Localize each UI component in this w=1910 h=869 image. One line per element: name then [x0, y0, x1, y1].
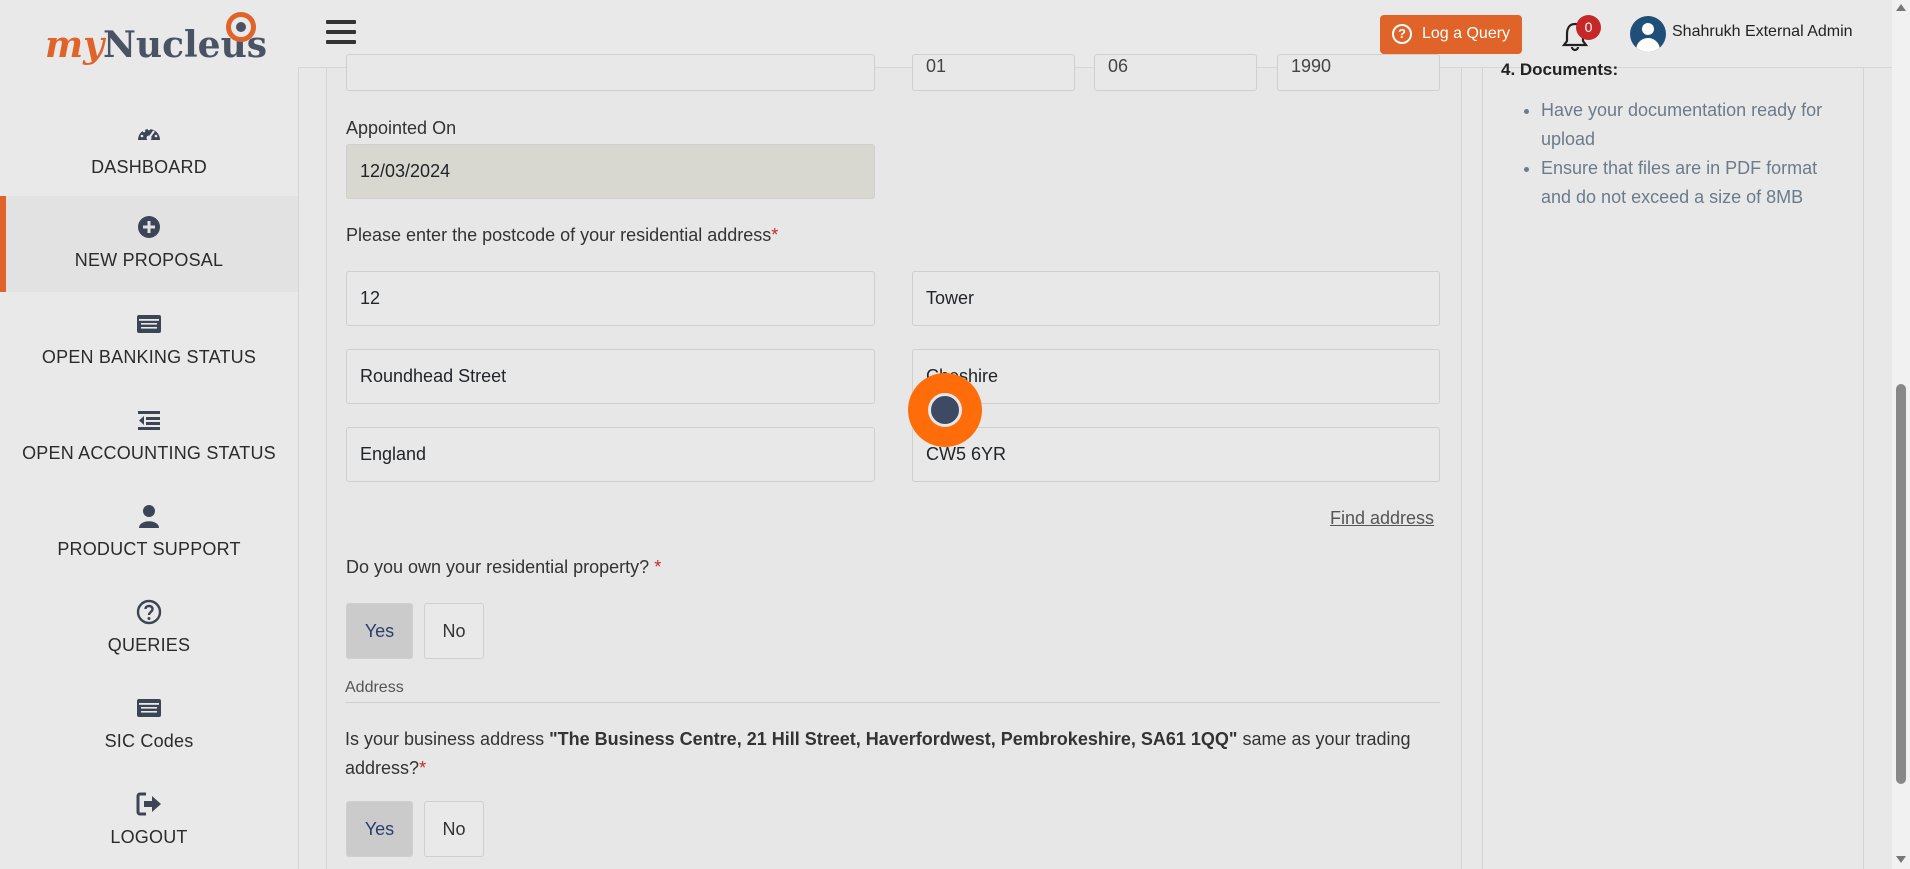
page-scrollbar[interactable]	[1892, 0, 1910, 869]
scroll-down-arrow-icon[interactable]	[1896, 856, 1906, 863]
business-address-suffix: same as your trading	[1237, 729, 1411, 749]
find-address-link[interactable]: Find address	[1330, 508, 1434, 529]
sidebar-item-new-proposal[interactable]: NEW PROPOSAL	[0, 196, 298, 292]
sidebar-item-label: DASHBOARD	[91, 157, 207, 177]
sidebar-item-logout[interactable]: LOGOUT	[0, 773, 298, 869]
hamburger-menu-icon[interactable]	[326, 20, 356, 46]
street-field[interactable]: Roundhead Street	[346, 349, 875, 404]
scroll-up-arrow-icon[interactable]	[1896, 4, 1906, 11]
dob-year-value: 1990	[1291, 56, 1332, 76]
user-name: Shahrukh External Admin	[1672, 23, 1853, 40]
user-icon	[139, 505, 159, 528]
sidebar-item-product-support[interactable]: PRODUCT SUPPORT	[0, 485, 298, 581]
dob-year-field[interactable]: 1990	[1277, 54, 1440, 91]
business-address-no-button[interactable]: No	[424, 801, 484, 857]
address-section-label: Address	[345, 679, 404, 696]
appointed-on-label: Appointed On	[346, 118, 457, 138]
dob-month-value: 06	[1108, 56, 1129, 76]
log-a-query-label: Log a Query	[1422, 25, 1511, 42]
postcode-question-label: Please enter the postcode of your reside…	[346, 225, 778, 246]
guidance-panel: 4. Documents: Have your documentation re…	[1482, 60, 1864, 869]
list-item: Have your documentation ready for upload	[1541, 96, 1851, 154]
own-property-yes-button[interactable]: Yes	[346, 603, 413, 659]
sidebar-item-label: OPEN ACCOUNTING STATUS	[22, 443, 276, 463]
sidebar-item-open-accounting-status[interactable]: OPEN ACCOUNTING STATUS	[0, 389, 298, 485]
dob-day-value: 01	[926, 56, 947, 76]
question-bubble-icon	[1392, 24, 1412, 44]
required-mark: *	[771, 225, 779, 245]
postcode-field[interactable]: CW5 6YR	[912, 427, 1440, 482]
sidebar: my Nucleus DASHBOARD NEW PROPOSAL OPEN B…	[0, 0, 299, 869]
click-indicator-icon	[908, 373, 982, 447]
dob-month-field[interactable]: 06	[1094, 54, 1257, 91]
logo-prefix: my	[45, 24, 105, 66]
sidebar-item-label: SIC Codes	[104, 731, 194, 751]
sidebar-item-dashboard[interactable]: DASHBOARD	[0, 103, 298, 199]
sign-out-icon	[136, 792, 161, 816]
sidebar-item-label: LOGOUT	[110, 827, 188, 847]
section-divider	[345, 702, 1440, 703]
dashboard-gauge-icon	[138, 127, 160, 141]
list-card-icon	[137, 699, 161, 717]
plus-circle-icon	[138, 216, 160, 238]
sidebar-item-label: OPEN BANKING STATUS	[41, 347, 257, 367]
proposal-form-card: 01 06 1990 Appointed On 12/03/2024 Pleas…	[326, 54, 1462, 869]
own-property-question-text: Do you own your residential property?	[346, 557, 650, 577]
log-a-query-button[interactable]: Log a Query	[1380, 15, 1522, 54]
appointed-on-field: 12/03/2024	[346, 144, 875, 199]
sidebar-item-label: PRODUCT SUPPORT	[57, 539, 241, 559]
notification-count-badge: 0	[1576, 15, 1601, 40]
address-line1-field[interactable]: 12	[346, 271, 875, 326]
business-address-suffix-line2: address?	[345, 758, 420, 778]
question-circle-icon	[136, 599, 162, 625]
avatar	[1630, 16, 1666, 52]
documents-list: Have your documentation ready for upload…	[1521, 96, 1851, 212]
business-address-question: Is your business address "The Business C…	[345, 725, 1445, 783]
list-card-icon	[137, 315, 161, 333]
previous-input-field[interactable]	[346, 54, 875, 91]
list-item: Ensure that files are in PDF format and …	[1541, 154, 1851, 212]
sidebar-item-sic-codes[interactable]: SIC Codes	[0, 677, 298, 773]
address-line2-field[interactable]: Tower	[912, 271, 1440, 326]
sidebar-item-queries[interactable]: QUERIES	[0, 581, 298, 677]
indent-list-icon	[138, 411, 160, 430]
logo-mark-icon	[226, 12, 256, 42]
business-address-value: "The Business Centre, 21 Hill Street, Ha…	[549, 729, 1238, 749]
sidebar-item-label: QUERIES	[107, 635, 191, 655]
business-address-prefix: Is your business address	[345, 729, 550, 749]
mynucleus-logo[interactable]: my Nucleus	[45, 10, 267, 70]
dob-day-field[interactable]: 01	[912, 54, 1075, 91]
sidebar-item-open-banking-status[interactable]: OPEN BANKING STATUS	[0, 293, 298, 389]
own-property-no-button[interactable]: No	[424, 603, 484, 659]
own-property-question-label: Do you own your residential property? *	[346, 557, 661, 578]
country-field[interactable]: England	[346, 427, 875, 482]
business-address-yes-button[interactable]: Yes	[346, 801, 413, 857]
postcode-question-text: Please enter the postcode of your reside…	[346, 225, 772, 245]
required-mark: *	[419, 758, 427, 778]
sidebar-item-label: NEW PROPOSAL	[74, 250, 224, 270]
scrollbar-thumb[interactable]	[1896, 384, 1906, 784]
documents-heading: 4. Documents:	[1501, 60, 1619, 79]
required-mark: *	[654, 557, 662, 577]
county-field[interactable]: Cheshire	[912, 349, 1440, 404]
